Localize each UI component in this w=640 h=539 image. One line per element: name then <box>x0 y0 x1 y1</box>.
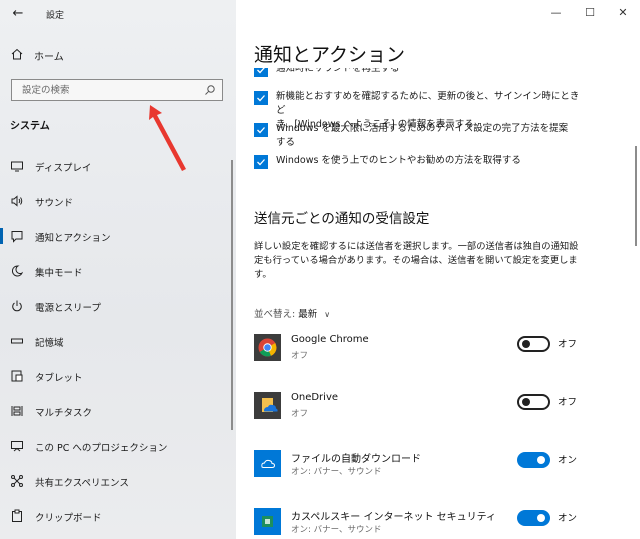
checkmark-icon <box>257 159 265 166</box>
checkbox-row[interactable]: Windows を最大限に活用するためのデバイス設定の完了方法を提案 する <box>254 122 584 152</box>
checkmark-icon <box>257 95 265 102</box>
checkmark-icon <box>257 127 265 134</box>
toggle-switch[interactable] <box>517 452 550 468</box>
chrome-icon <box>254 334 281 361</box>
toggle-label: オン <box>558 513 578 524</box>
sidebar-item-label: 記憶域 <box>35 338 64 349</box>
sidebar-item-label: タブレット <box>35 373 83 384</box>
toggle-switch[interactable] <box>517 394 550 410</box>
sidebar-item-label: サウンド <box>35 198 74 209</box>
checkbox-label: 通知時にサウンドを再生する <box>276 68 400 74</box>
sort-label: 並べ替え: <box>254 309 296 320</box>
sidebar-item-label: 電源とスリープ <box>35 303 101 314</box>
sidebar-item-label: マルチタスク <box>35 408 93 419</box>
sidebar-item-multitasking[interactable]: マルチタスク <box>0 397 236 425</box>
notification-icon <box>11 231 23 243</box>
display-icon <box>11 161 23 172</box>
sidebar-item-label: この PC へのプロジェクション <box>35 443 168 454</box>
sender-name: カスペルスキー インターネット セキュリティ <box>291 512 497 523</box>
clipped-row: 通知時にサウンドを再生する <box>236 68 640 78</box>
projection-icon <box>11 441 23 452</box>
senders-description: 詳しい設定を確認するには送信者を選択します。一部の送信者は独自の通知設定も行って… <box>254 241 579 280</box>
home-icon <box>11 48 23 60</box>
toggle-switch[interactable] <box>517 336 550 352</box>
sender-name: ファイルの自動ダウンロード <box>291 454 421 465</box>
sidebar-scrollbar[interactable] <box>231 160 233 430</box>
checkbox[interactable] <box>254 155 268 169</box>
sender-name: OneDrive <box>291 392 339 403</box>
sidebar-item-label: 通知とアクション <box>35 233 111 244</box>
sort-dropdown[interactable]: 並べ替え: 最新 ∨ <box>254 306 330 320</box>
close-button[interactable]: ✕ <box>610 4 636 22</box>
toggle-switch[interactable] <box>517 510 550 526</box>
section-title: システム <box>10 121 50 132</box>
sidebar-item-clipboard[interactable]: クリップボード <box>0 502 236 530</box>
sidebar-item-tablet[interactable]: タブレット <box>0 362 236 390</box>
sender-row[interactable]: Google Chrome オフ オフ <box>254 332 584 376</box>
sidebar-item-label: 集中モード <box>35 268 83 279</box>
app-title: 設定 <box>46 11 65 21</box>
sender-row[interactable]: カスペルスキー インターネット セキュリティ オン: バナー、サウンド オン <box>254 506 584 539</box>
toggle-label: オン <box>558 455 578 466</box>
sidebar-item-label: ホーム <box>34 52 64 63</box>
checkbox[interactable] <box>254 123 268 137</box>
sidebar-item-shared-experiences[interactable]: 共有エクスペリエンス <box>0 467 236 495</box>
senders-heading: 送信元ごとの通知の受信設定 <box>254 211 430 227</box>
sidebar-item-storage[interactable]: 記憶域 <box>0 327 236 355</box>
toggle-label: オフ <box>558 339 578 350</box>
checkbox-label: Windows を最大限に活用するためのデバイス設定の完了方法を提案 する <box>276 123 569 148</box>
maximize-button[interactable]: ☐ <box>577 4 603 22</box>
speaker-icon <box>11 195 23 207</box>
sidebar: ← 設定 ホーム システム ディスプレイ サウンド 通知とアクション 集中モード <box>0 0 236 539</box>
sender-status: オフ <box>291 409 309 419</box>
title-bar: ← 設定 <box>0 0 236 30</box>
sidebar-item-projection[interactable]: この PC へのプロジェクション <box>0 432 236 460</box>
sidebar-item-display[interactable]: ディスプレイ <box>0 152 236 180</box>
sidebar-item-power[interactable]: 電源とスリープ <box>0 292 236 320</box>
chevron-down-icon: ∨ <box>324 310 331 319</box>
sidebar-item-home[interactable]: ホーム <box>0 44 236 66</box>
sender-status: オン: バナー、サウンド <box>291 525 382 535</box>
sender-row[interactable]: ファイルの自動ダウンロード オン: バナー、サウンド オン <box>254 448 584 492</box>
sender-status: オフ <box>291 351 309 361</box>
sender-status: オン: バナー、サウンド <box>291 467 382 477</box>
checkbox-row[interactable]: 新機能とおすすめを確認するために、更新の後と、サインイン時にときど き、[Win… <box>254 90 584 130</box>
moon-icon <box>11 265 24 277</box>
clipboard-icon <box>12 509 22 522</box>
checkmark-icon <box>257 68 265 74</box>
kaspersky-icon <box>254 508 281 535</box>
sidebar-item-sound[interactable]: サウンド <box>0 187 236 215</box>
main-panel: — ☐ ✕ 通知とアクション 通知時にサウンドを再生する 新機能とおすすめを確認… <box>236 0 640 539</box>
back-button[interactable]: ← <box>6 3 30 25</box>
cloud-icon <box>254 450 281 477</box>
sort-value: 最新 <box>298 309 318 320</box>
power-icon <box>12 300 22 312</box>
checkbox[interactable] <box>254 68 268 77</box>
sidebar-item-label: クリップボード <box>35 513 102 524</box>
sidebar-item-label: ディスプレイ <box>35 163 92 174</box>
storage-icon <box>11 338 23 344</box>
tablet-icon <box>11 370 23 382</box>
sender-name: Google Chrome <box>291 334 369 345</box>
checkbox-label: Windows を使う上でのヒントやお勧めの方法を取得する <box>276 155 521 166</box>
sidebar-item-notifications[interactable]: 通知とアクション <box>0 222 236 250</box>
sidebar-item-label: 共有エクスペリエンス <box>35 478 129 489</box>
search-icon[interactable] <box>204 84 216 96</box>
page-title: 通知とアクション <box>254 44 406 66</box>
toggle-label: オフ <box>558 397 578 408</box>
share-icon <box>11 475 23 487</box>
main-scrollbar[interactable] <box>635 146 637 246</box>
onedrive-icon <box>254 392 281 419</box>
checkbox-row[interactable]: Windows を使う上でのヒントやお勧めの方法を取得する <box>254 154 584 170</box>
sidebar-item-focus[interactable]: 集中モード <box>0 257 236 285</box>
search-box[interactable] <box>11 79 223 101</box>
checkbox[interactable] <box>254 91 268 105</box>
sender-row[interactable]: OneDrive オフ オフ <box>254 390 584 434</box>
multitask-icon <box>11 406 23 416</box>
minimize-button[interactable]: — <box>543 4 569 22</box>
search-input[interactable] <box>12 80 198 100</box>
